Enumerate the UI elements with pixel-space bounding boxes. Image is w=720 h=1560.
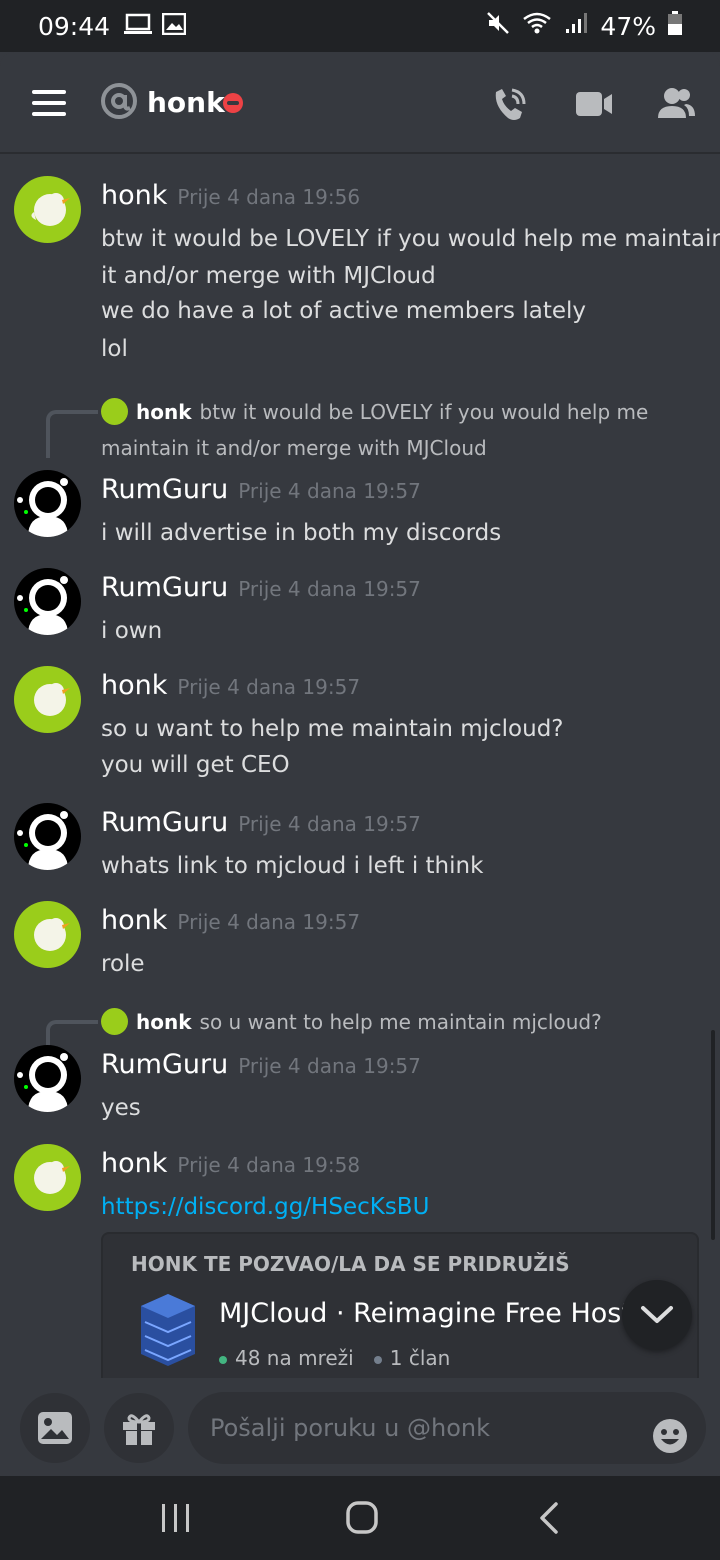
home-icon[interactable] [340, 1500, 384, 1536]
message-composer: Pošalji poruku u @honk [0, 1378, 720, 1476]
back-icon[interactable] [530, 1500, 574, 1536]
message-timestamp: Prije 4 dana 19:57 [177, 675, 361, 699]
gift-button[interactable] [104, 1393, 174, 1463]
battery-icon [668, 11, 682, 41]
status-bar: 09:44 47% [0, 0, 720, 52]
image-icon [38, 1412, 72, 1444]
at-icon [100, 82, 138, 120]
invite-meta: 48 na mreži 1 član [219, 1346, 450, 1370]
message-text: we do have a lot of active members latel… [101, 298, 587, 324]
reply-preview[interactable]: honk so u want to help me maintain mjclou… [136, 1010, 602, 1034]
status-time: 09:44 [38, 11, 111, 41]
invite-link[interactable]: https://discord.gg/HSecKsBU [101, 1194, 429, 1220]
signal-icon [564, 11, 588, 41]
message-timestamp: Prije 4 dana 19:57 [238, 479, 421, 503]
gallery-icon [161, 12, 187, 41]
dnd-status-icon [222, 92, 244, 118]
message-author[interactable]: honk Prije 4 dana 19:57 [101, 670, 360, 701]
chevron-down-icon [641, 1306, 673, 1323]
gift-icon [123, 1414, 155, 1445]
avatar[interactable] [14, 470, 81, 537]
invite-title: HONK TE POZVAO/LA DA SE PRIDRUŽIŠ [131, 1252, 570, 1276]
mute-icon [486, 11, 510, 41]
reply-preview-continued[interactable]: maintain it and/or merge with MJCloud [101, 436, 487, 460]
message-timestamp: Prije 4 dana 19:57 [177, 910, 361, 934]
message-text: it and/or merge with MJCloud [101, 263, 436, 289]
message-author[interactable]: RumGuru Prije 4 dana 19:57 [101, 474, 421, 505]
message-list[interactable]: honk Prije 4 dana 19:56 btw it would be L… [0, 152, 720, 1378]
message-text: you will get CEO [101, 752, 290, 778]
message-author[interactable]: RumGuru Prije 4 dana 19:57 [101, 1049, 421, 1080]
reply-preview[interactable]: honk btw it would be LOVELY if you would … [136, 400, 648, 424]
members-icon[interactable] [656, 84, 696, 124]
avatar[interactable] [14, 176, 81, 243]
emoji-icon [653, 1419, 687, 1453]
avatar[interactable] [14, 1144, 81, 1211]
scrollbar[interactable] [711, 1030, 715, 1240]
message-text: so u want to help me maintain mjcloud? [101, 716, 564, 742]
message-timestamp: Prije 4 dana 19:56 [177, 185, 361, 209]
reply-connector [46, 410, 98, 458]
members-dot-icon [373, 1355, 382, 1364]
jump-to-latest-button[interactable] [622, 1280, 692, 1350]
page-title: honk [147, 86, 225, 119]
invite-card[interactable]: HONK TE POZVAO/LA DA SE PRIDRUŽIŠ MJClou… [101, 1232, 699, 1378]
message-text: whats link to mjcloud i left i think [101, 853, 484, 879]
message-author[interactable]: RumGuru Prije 4 dana 19:57 [101, 572, 421, 603]
system-nav-bar [0, 1476, 720, 1560]
reply-avatar [101, 398, 128, 425]
server-name: MJCloud · Reimagine Free Host [219, 1298, 632, 1329]
avatar[interactable] [14, 1045, 81, 1112]
message-timestamp: Prije 4 dana 19:57 [238, 1054, 421, 1078]
avatar[interactable] [14, 568, 81, 635]
message-text: lol [101, 336, 128, 362]
avatar[interactable] [14, 666, 81, 733]
channel-header: honk [0, 52, 720, 152]
avatar[interactable] [14, 803, 81, 870]
video-call-icon[interactable] [574, 84, 614, 124]
message-author[interactable]: honk Prije 4 dana 19:58 [101, 1148, 360, 1179]
emoji-picker-button[interactable] [652, 1410, 688, 1453]
online-dot-icon [219, 1355, 227, 1364]
message-text: i own [101, 618, 163, 644]
online-count: 48 na mreži [235, 1346, 354, 1370]
message-timestamp: Prije 4 dana 19:58 [177, 1153, 361, 1177]
wifi-icon [522, 11, 552, 41]
menu-icon[interactable] [32, 90, 66, 116]
voice-call-icon[interactable] [490, 84, 530, 124]
message-author[interactable]: honk Prije 4 dana 19:56 [101, 180, 360, 211]
server-icon [137, 1292, 199, 1368]
recent-apps-icon[interactable] [156, 1500, 200, 1536]
message-author[interactable]: RumGuru Prije 4 dana 19:57 [101, 807, 421, 838]
message-timestamp: Prije 4 dana 19:57 [238, 577, 421, 601]
message-text: role [101, 951, 145, 977]
member-count: 1 član [389, 1346, 451, 1370]
message-text: i will advertise in both my discords [101, 520, 502, 546]
message-input[interactable]: Pošalji poruku u @honk [188, 1392, 706, 1464]
message-text: btw it would be LOVELY if you would help… [101, 226, 720, 252]
battery-text: 47% [600, 11, 656, 41]
reply-avatar [101, 1008, 128, 1035]
message-author[interactable]: honk Prije 4 dana 19:57 [101, 905, 360, 936]
message-input-placeholder: Pošalji poruku u @honk [210, 1414, 490, 1442]
message-timestamp: Prije 4 dana 19:57 [238, 812, 421, 836]
attach-image-button[interactable] [20, 1393, 90, 1463]
avatar[interactable] [14, 901, 81, 968]
screen-cast-icon [124, 12, 153, 41]
message-text: yes [101, 1095, 141, 1121]
